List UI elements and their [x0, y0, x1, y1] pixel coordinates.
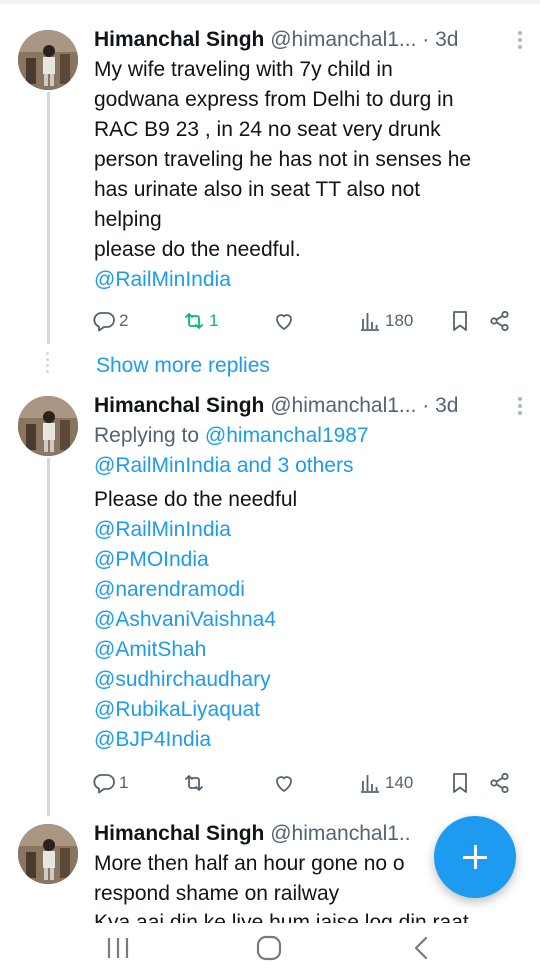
tweet-text-line: godwana express from Delhi to durg in	[94, 88, 454, 111]
view-count: 140	[385, 773, 414, 792]
user-handle[interactable]: @himanchal1...	[270, 394, 416, 417]
avatar[interactable]	[18, 30, 78, 90]
heart-icon	[276, 314, 292, 330]
tweet-text-line: helping	[94, 208, 162, 231]
compose-button[interactable]	[434, 816, 516, 898]
timestamp[interactable]: · 3d	[422, 394, 458, 417]
mention-link[interactable]: @BJP4India	[94, 725, 516, 755]
clipped-text: Kya aai din ke liye hum jaise log din ra…	[94, 908, 500, 923]
tweet-actions: 1 140	[92, 769, 524, 797]
more-options-icon[interactable]	[512, 28, 528, 52]
mention-link[interactable]: @sudhirchaudhary	[94, 665, 516, 695]
share-icon	[490, 772, 509, 794]
back-icon[interactable]	[411, 936, 431, 960]
system-nav-bar	[0, 923, 540, 971]
screen: Himanchal Singh @himanchal1... · 3d My w…	[0, 0, 540, 971]
views-button[interactable]: 140	[358, 769, 413, 797]
thread-line	[47, 92, 50, 344]
reply-icon	[93, 312, 115, 332]
thread-dots	[46, 352, 50, 376]
mention-link[interactable]: @RailMinIndia	[94, 265, 516, 295]
retweet-button[interactable]: 1	[182, 307, 218, 335]
mention-link[interactable]: @narendramodi	[94, 575, 516, 605]
bookmark-icon	[453, 773, 467, 793]
heart-icon	[276, 776, 292, 792]
mention-link[interactable]: @AmitShah	[94, 635, 516, 665]
top-edge	[0, 0, 540, 4]
tweet-text-line: RAC B9 23 , in 24 no seat very drunk	[94, 118, 441, 141]
display-name[interactable]: Himanchal Singh	[94, 28, 264, 51]
views-button[interactable]: 180	[358, 307, 413, 335]
tweet-text-line: please do the needful.	[94, 238, 301, 261]
mention-link[interactable]: @RailMinIndia	[94, 515, 516, 545]
bookmark-icon	[453, 311, 467, 331]
tweet-text-line: has urinate also in seat TT also not	[94, 178, 421, 201]
tweet-actions: 2 1 180	[92, 307, 524, 335]
share-button[interactable]	[488, 307, 512, 335]
timestamp[interactable]: · 3d	[422, 28, 458, 51]
reply-button[interactable]: 2	[92, 307, 128, 335]
replying-to-label: Replying to	[94, 424, 200, 447]
reply-icon	[93, 774, 115, 794]
analytics-icon	[361, 313, 379, 331]
like-button[interactable]	[272, 769, 296, 797]
avatar-image	[18, 30, 78, 90]
share-icon	[490, 310, 509, 332]
retweet-icon	[185, 775, 203, 791]
show-more-replies-link[interactable]: Show more replies	[96, 351, 270, 381]
reply-button[interactable]: 1	[92, 769, 128, 797]
tweet-body[interactable]: Himanchal Singh @himanchal1... · 3d Repl…	[94, 391, 522, 755]
bookmark-button[interactable]	[448, 769, 472, 797]
avatar[interactable]	[18, 824, 78, 884]
tweet-header: Himanchal Singh @himanchal1... · 3d	[94, 25, 516, 55]
more-options-icon[interactable]	[512, 394, 528, 418]
view-count: 180	[385, 311, 414, 330]
reply-count: 2	[119, 311, 129, 330]
reply-count: 1	[119, 773, 129, 792]
thread-line	[47, 458, 50, 816]
avatar-image	[18, 396, 78, 456]
mention-link[interactable]: @AshvaniVaishna4	[94, 605, 516, 635]
retweet-button[interactable]	[182, 769, 206, 797]
user-handle[interactable]: @himanchal1...	[270, 28, 416, 51]
replying-to-line: Replying to @himanchal1987	[94, 421, 516, 451]
replying-to-others[interactable]: @RailMinIndia and 3 others	[94, 451, 516, 481]
mention-link[interactable]: @RubikaLiyaquat	[94, 695, 516, 725]
display-name[interactable]: Himanchal Singh	[94, 394, 264, 417]
tweet-text-line: My wife traveling with 7y child in	[94, 58, 393, 81]
retweet-count: 1	[209, 311, 219, 330]
tweet-text-line: Please do the needful	[94, 488, 298, 511]
mention-link[interactable]: @PMOIndia	[94, 545, 516, 575]
tweet-body[interactable]: Himanchal Singh @himanchal1... · 3d My w…	[94, 25, 522, 295]
plus-icon	[474, 845, 477, 869]
tweet-text-line: Kya aai din ke liye hum jaise log din ra…	[94, 911, 469, 923]
tweet-text-line: person traveling he has not in senses he	[94, 148, 472, 171]
avatar[interactable]	[18, 396, 78, 456]
tweet-header: Himanchal Singh @himanchal1... · 3d	[94, 391, 516, 421]
home-icon[interactable]	[256, 935, 282, 961]
recent-apps-icon[interactable]	[105, 936, 131, 960]
bookmark-button[interactable]	[448, 307, 472, 335]
avatar-image	[18, 824, 78, 884]
replying-to-handle[interactable]: @himanchal1987	[205, 424, 369, 447]
user-handle[interactable]: @himanchal1..	[270, 822, 410, 845]
share-button[interactable]	[488, 769, 512, 797]
analytics-icon	[361, 775, 379, 793]
display-name[interactable]: Himanchal Singh	[94, 822, 264, 845]
like-button[interactable]	[272, 307, 296, 335]
retweet-icon	[185, 313, 203, 329]
